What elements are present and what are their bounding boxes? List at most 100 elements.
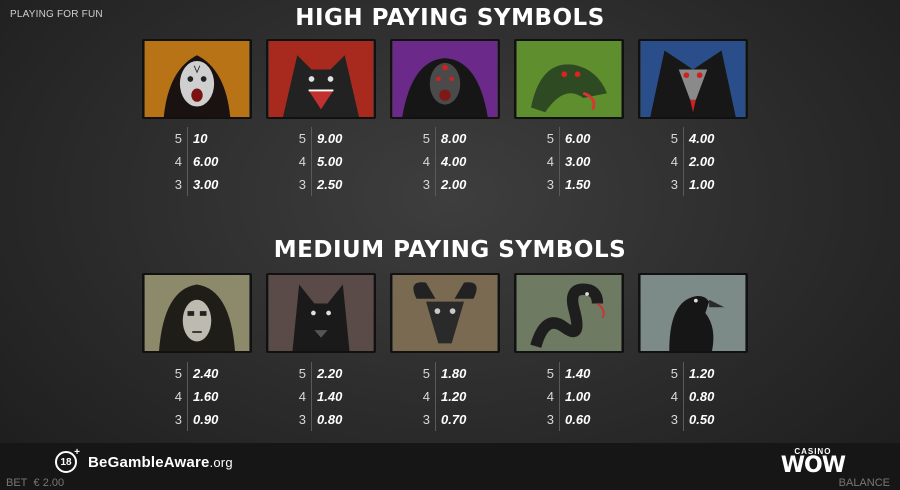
pay-amount: 2.50 [317, 177, 343, 192]
paytable-werewolf: 5 9.00 4 5.00 3 2.50 [294, 127, 374, 196]
serpent-dragon-icon [514, 39, 624, 119]
pay-count: 3 [422, 177, 430, 192]
divider [435, 150, 436, 173]
divider [559, 127, 560, 150]
pay-line: 5 8.00 [418, 127, 498, 150]
casino-name: WOW [780, 453, 846, 478]
balance-display: BALANCE [838, 477, 890, 489]
pay-amount: 2.20 [317, 366, 343, 381]
wolf-icon [266, 273, 376, 353]
begambleaware-link[interactable]: 18 + BeGambleAware.org [55, 447, 233, 473]
pay-amount: 1.60 [193, 389, 219, 404]
crow-icon [638, 273, 748, 353]
pay-count: 5 [546, 131, 554, 146]
medium-paying-title: MEDIUM PAYING SYMBOLS [273, 237, 627, 263]
pay-amount: 2.00 [689, 154, 715, 169]
pay-line: 4 6.00 [170, 150, 250, 173]
divider [435, 362, 436, 385]
demon-icon [390, 39, 500, 119]
divider [187, 385, 188, 408]
pay-count: 3 [546, 412, 554, 427]
pay-amount: 4.00 [441, 154, 467, 169]
pay-amount: 0.60 [565, 412, 591, 427]
casino-wow-logo: CASINO WOW [780, 447, 846, 478]
pay-count: 3 [298, 177, 306, 192]
bet-display: BET € 2.00 [6, 477, 64, 489]
divider [559, 408, 560, 431]
divider [683, 362, 684, 385]
divider [311, 385, 312, 408]
begambleaware-label: BeGambleAware.org [88, 454, 233, 471]
pay-amount: 1.40 [317, 389, 343, 404]
divider [187, 127, 188, 150]
pay-amount: 2.00 [441, 177, 467, 192]
pay-line: 5 1.40 [542, 362, 622, 385]
divider [311, 362, 312, 385]
pay-count: 5 [298, 131, 306, 146]
pay-count: 5 [174, 131, 182, 146]
pay-amount: 0.90 [193, 412, 219, 427]
pay-line: 3 1.50 [542, 173, 622, 196]
divider [435, 408, 436, 431]
hooded-ghoul-icon [142, 273, 252, 353]
pay-count: 3 [174, 177, 182, 192]
pay-amount: 0.80 [317, 412, 343, 427]
pay-line: 4 1.40 [294, 385, 374, 408]
pay-line: 5 6.00 [542, 127, 622, 150]
pay-line: 3 0.80 [294, 408, 374, 431]
pay-amount: 4.00 [689, 131, 715, 146]
pay-count: 5 [670, 131, 678, 146]
divider [311, 150, 312, 173]
pay-line: 5 2.40 [170, 362, 250, 385]
pay-line: 5 2.20 [294, 362, 374, 385]
pay-line: 3 0.60 [542, 408, 622, 431]
paytable-ghoul: 5 2.40 4 1.60 3 0.90 [170, 362, 250, 431]
pay-count: 4 [298, 389, 306, 404]
pay-line: 5 1.20 [666, 362, 746, 385]
snake-icon [514, 273, 624, 353]
pay-amount: 1.50 [565, 177, 591, 192]
pay-amount: 0.50 [689, 412, 715, 427]
age-plus: + [74, 447, 80, 458]
divider [187, 173, 188, 196]
pay-count: 4 [422, 389, 430, 404]
pay-count: 4 [422, 154, 430, 169]
pay-count: 4 [546, 154, 554, 169]
divider [683, 150, 684, 173]
pay-line: 5 4.00 [666, 127, 746, 150]
raven-skull-icon [638, 39, 748, 119]
pay-count: 4 [174, 389, 182, 404]
divider [311, 127, 312, 150]
medium-symbols-row [142, 273, 754, 353]
age-18-icon: 18 + [55, 447, 80, 473]
pay-count: 4 [298, 154, 306, 169]
pay-line: 5 9.00 [294, 127, 374, 150]
pay-amount: 6.00 [565, 131, 591, 146]
bet-value: € 2.00 [33, 477, 65, 489]
divider [683, 408, 684, 431]
pay-count: 3 [174, 412, 182, 427]
pay-amount: 3.00 [193, 177, 219, 192]
divider [187, 362, 188, 385]
goat-skull-icon [390, 273, 500, 353]
werewolf-icon [266, 39, 376, 119]
pay-line: 4 0.80 [666, 385, 746, 408]
divider [311, 408, 312, 431]
pay-count: 4 [546, 389, 554, 404]
pay-line: 4 4.00 [418, 150, 498, 173]
gamble-domain: .org [209, 454, 233, 470]
pay-line: 4 3.00 [542, 150, 622, 173]
divider [435, 173, 436, 196]
pay-line: 5 1.80 [418, 362, 498, 385]
paytable-demon: 5 8.00 4 4.00 3 2.00 [418, 127, 498, 196]
pay-amount: 10 [193, 131, 208, 146]
pay-count: 5 [670, 366, 678, 381]
high-symbols-row [142, 39, 754, 119]
divider [187, 150, 188, 173]
high-paying-title: HIGH PAYING SYMBOLS [295, 5, 605, 31]
paytable-wolf: 5 2.20 4 1.40 3 0.80 [294, 362, 374, 431]
divider [683, 127, 684, 150]
pay-amount: 1.20 [689, 366, 715, 381]
pay-count: 5 [298, 366, 306, 381]
pay-amount: 0.80 [689, 389, 715, 404]
